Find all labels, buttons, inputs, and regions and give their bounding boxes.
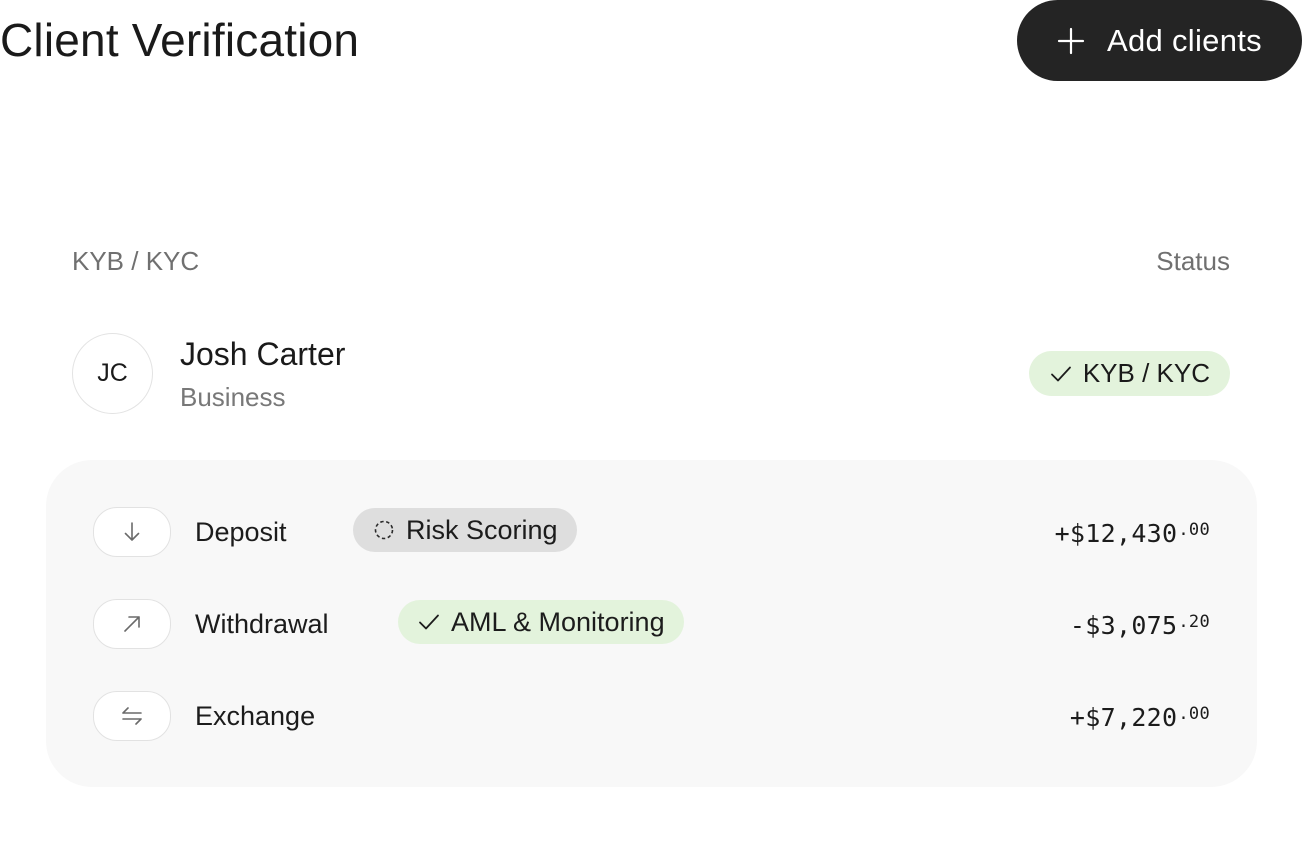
amount-main: +$7,220 bbox=[1069, 703, 1178, 732]
tag-label: AML & Monitoring bbox=[451, 606, 665, 637]
client-row[interactable]: JC Josh Carter Business KYB / KYC bbox=[72, 333, 1230, 414]
transaction-icon-container bbox=[93, 599, 171, 649]
tag-label: Risk Scoring bbox=[406, 514, 558, 545]
check-icon bbox=[419, 614, 439, 630]
add-clients-label: Add clients bbox=[1107, 22, 1262, 58]
avatar: JC bbox=[72, 333, 153, 414]
transaction-row-withdrawal[interactable]: Withdrawal AML & Monitoring -$3,075.20 bbox=[93, 599, 1210, 649]
amount-cents: .20 bbox=[1178, 612, 1210, 632]
status-badge-label: KYB / KYC bbox=[1082, 358, 1210, 388]
aml-monitoring-tag: AML & Monitoring bbox=[398, 600, 684, 644]
amount-main: -$3,075 bbox=[1069, 611, 1178, 640]
risk-scoring-tag: Risk Scoring bbox=[353, 508, 577, 552]
transaction-row-exchange[interactable]: Exchange +$7,220.00 bbox=[93, 691, 1210, 741]
column-header-status: Status bbox=[1156, 246, 1230, 276]
page-title: Client Verification bbox=[0, 14, 360, 66]
amount-cents: .00 bbox=[1178, 704, 1210, 724]
add-clients-button[interactable]: Add clients bbox=[1017, 0, 1302, 81]
client-name: Josh Carter bbox=[180, 336, 346, 372]
transaction-amount: +$12,430.00 bbox=[1055, 513, 1210, 551]
arrow-up-right-icon bbox=[124, 616, 140, 632]
plus-icon bbox=[1057, 27, 1085, 54]
transaction-row-deposit[interactable]: Deposit Risk Scoring +$12,430.00 bbox=[93, 507, 1210, 557]
amount-cents: .00 bbox=[1178, 520, 1210, 540]
transaction-label: Deposit bbox=[195, 517, 287, 547]
transactions-panel: Deposit Risk Scoring +$12,430.00 Withdra… bbox=[46, 460, 1257, 787]
transaction-amount: +$7,220.00 bbox=[1070, 697, 1210, 735]
exchange-arrows-icon bbox=[122, 707, 142, 725]
status-badge: KYB / KYC bbox=[1028, 351, 1230, 396]
amount-main: +$12,430 bbox=[1054, 519, 1178, 548]
arrow-down-icon bbox=[124, 522, 140, 541]
transaction-amount: -$3,075.20 bbox=[1070, 605, 1210, 643]
column-header-kyb-kyc: KYB / KYC bbox=[72, 246, 200, 276]
transaction-label: Exchange bbox=[195, 701, 316, 731]
client-type: Business bbox=[180, 382, 286, 412]
transaction-icon-container bbox=[93, 691, 171, 741]
transaction-icon-container bbox=[93, 507, 171, 557]
transaction-label: Withdrawal bbox=[195, 609, 329, 639]
check-icon bbox=[1050, 366, 1071, 381]
dashed-circle-icon bbox=[374, 520, 394, 540]
